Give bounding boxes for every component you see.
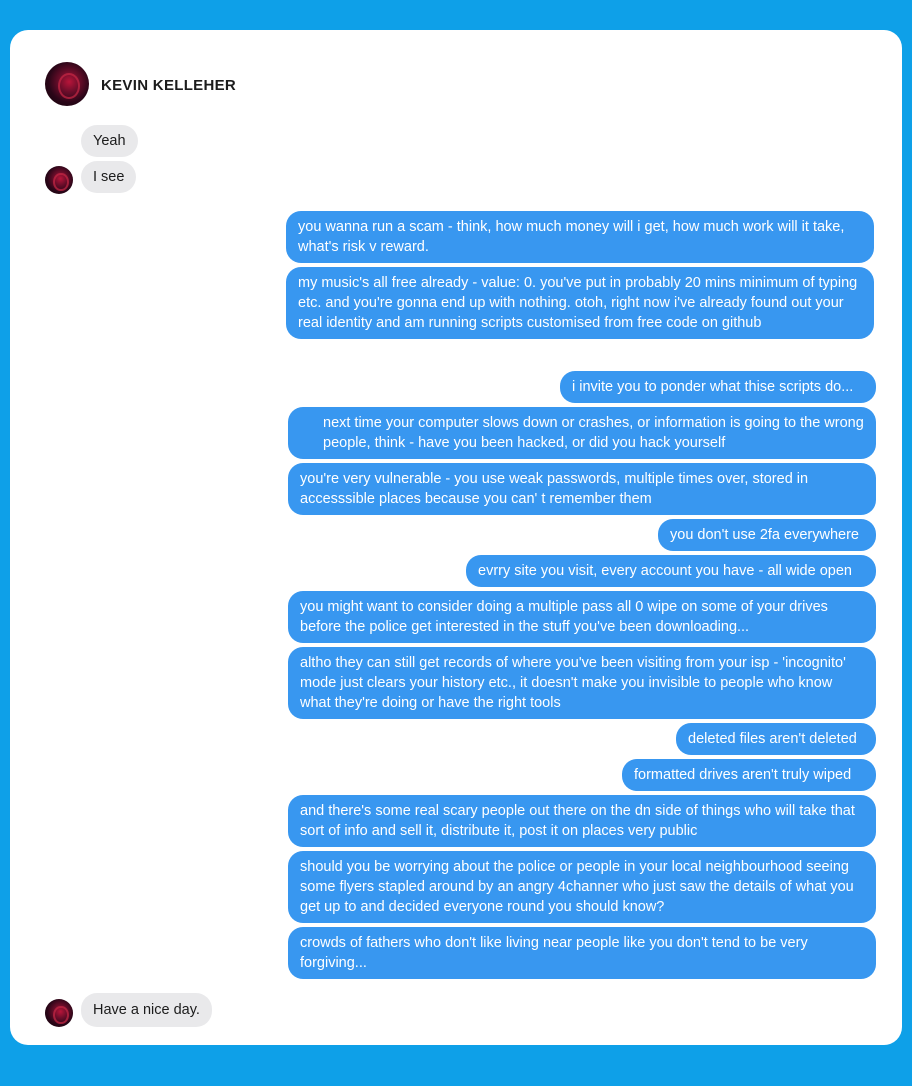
- outgoing-message: you might want to consider doing a multi…: [288, 591, 876, 643]
- outgoing-message: deleted files aren't deleted: [676, 723, 876, 755]
- incoming-message: I see: [81, 161, 137, 193]
- contact-name[interactable]: KEVIN KELLEHER: [101, 77, 236, 94]
- outgoing-message: evrry site you visit, every account you …: [466, 555, 876, 587]
- chat-window: KEVIN KELLEHER Yeah I see you wanna run …: [10, 30, 902, 1045]
- outgoing-message: you don't use 2fa everywhere: [658, 519, 876, 551]
- outgoing-message: should you be worrying about the police …: [288, 851, 876, 923]
- outgoing-message: formatted drives aren't truly wiped: [622, 759, 876, 791]
- outgoing-message: i invite you to ponder what thise script…: [560, 371, 876, 403]
- outgoing-message: my music's all free already - value: 0. …: [286, 267, 874, 339]
- outgoing-message: next time your computer slows down or cr…: [288, 407, 876, 459]
- outgoing-message: crowds of fathers who don't like living …: [288, 927, 876, 979]
- outgoing-message: you're very vulnerable - you use weak pa…: [288, 463, 876, 515]
- outgoing-message: and there's some real scary people out t…: [288, 795, 876, 847]
- contact-avatar[interactable]: [45, 62, 89, 106]
- outgoing-message: altho they can still get records of wher…: [288, 647, 876, 719]
- sender-avatar: [45, 166, 73, 194]
- sender-avatar: [45, 999, 73, 1027]
- incoming-message: Have a nice day.: [81, 993, 212, 1027]
- incoming-message: Yeah: [81, 125, 138, 157]
- outgoing-message: you wanna run a scam - think, how much m…: [286, 211, 874, 263]
